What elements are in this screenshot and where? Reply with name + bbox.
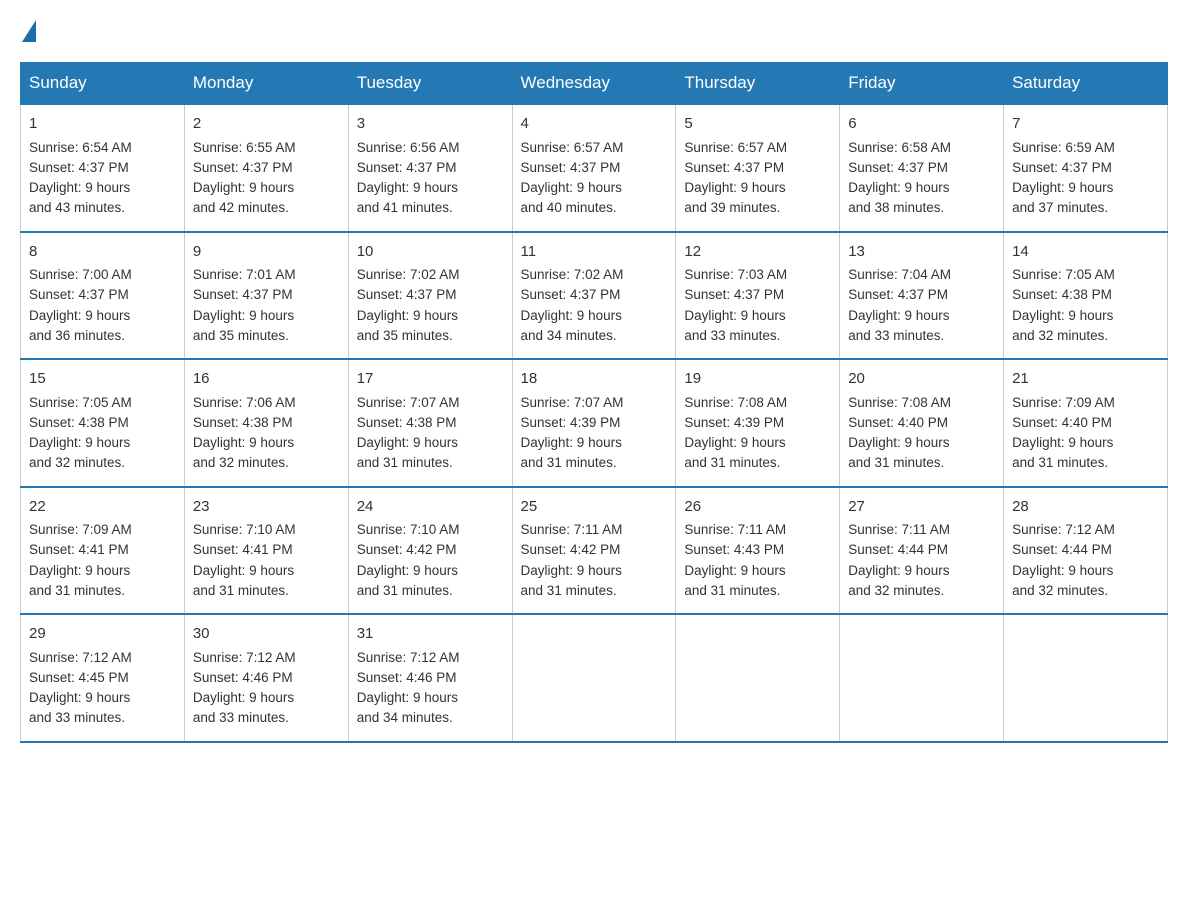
calendar-cell: 6Sunrise: 6:58 AMSunset: 4:37 PMDaylight… <box>840 104 1004 232</box>
day-number: 14 <box>1012 241 1159 264</box>
day-number: 19 <box>684 368 831 391</box>
day-number: 11 <box>521 241 668 264</box>
calendar-header-saturday: Saturday <box>1004 63 1168 105</box>
calendar-cell <box>1004 614 1168 742</box>
calendar-cell: 26Sunrise: 7:11 AMSunset: 4:43 PMDayligh… <box>676 487 840 615</box>
calendar-cell: 27Sunrise: 7:11 AMSunset: 4:44 PMDayligh… <box>840 487 1004 615</box>
calendar-header-friday: Friday <box>840 63 1004 105</box>
calendar-week-row: 8Sunrise: 7:00 AMSunset: 4:37 PMDaylight… <box>21 232 1168 360</box>
calendar-cell: 3Sunrise: 6:56 AMSunset: 4:37 PMDaylight… <box>348 104 512 232</box>
day-number: 3 <box>357 113 504 136</box>
calendar-header-monday: Monday <box>184 63 348 105</box>
calendar-cell: 17Sunrise: 7:07 AMSunset: 4:38 PMDayligh… <box>348 359 512 487</box>
calendar-cell: 28Sunrise: 7:12 AMSunset: 4:44 PMDayligh… <box>1004 487 1168 615</box>
day-number: 29 <box>29 623 176 646</box>
calendar-cell: 20Sunrise: 7:08 AMSunset: 4:40 PMDayligh… <box>840 359 1004 487</box>
calendar-header-tuesday: Tuesday <box>348 63 512 105</box>
day-number: 12 <box>684 241 831 264</box>
calendar-cell: 29Sunrise: 7:12 AMSunset: 4:45 PMDayligh… <box>21 614 185 742</box>
calendar-cell: 30Sunrise: 7:12 AMSunset: 4:46 PMDayligh… <box>184 614 348 742</box>
day-number: 17 <box>357 368 504 391</box>
day-number: 7 <box>1012 113 1159 136</box>
calendar-cell: 11Sunrise: 7:02 AMSunset: 4:37 PMDayligh… <box>512 232 676 360</box>
day-number: 13 <box>848 241 995 264</box>
day-number: 23 <box>193 496 340 519</box>
day-number: 18 <box>521 368 668 391</box>
day-number: 2 <box>193 113 340 136</box>
calendar-week-row: 22Sunrise: 7:09 AMSunset: 4:41 PMDayligh… <box>21 487 1168 615</box>
day-number: 9 <box>193 241 340 264</box>
calendar-cell: 31Sunrise: 7:12 AMSunset: 4:46 PMDayligh… <box>348 614 512 742</box>
calendar-cell: 4Sunrise: 6:57 AMSunset: 4:37 PMDaylight… <box>512 104 676 232</box>
calendar-cell: 18Sunrise: 7:07 AMSunset: 4:39 PMDayligh… <box>512 359 676 487</box>
calendar-cell: 16Sunrise: 7:06 AMSunset: 4:38 PMDayligh… <box>184 359 348 487</box>
logo <box>20 20 38 42</box>
day-number: 1 <box>29 113 176 136</box>
calendar-cell: 21Sunrise: 7:09 AMSunset: 4:40 PMDayligh… <box>1004 359 1168 487</box>
day-number: 28 <box>1012 496 1159 519</box>
day-number: 24 <box>357 496 504 519</box>
calendar-cell: 13Sunrise: 7:04 AMSunset: 4:37 PMDayligh… <box>840 232 1004 360</box>
day-number: 27 <box>848 496 995 519</box>
day-number: 25 <box>521 496 668 519</box>
calendar-cell: 14Sunrise: 7:05 AMSunset: 4:38 PMDayligh… <box>1004 232 1168 360</box>
logo-triangle-icon <box>22 20 36 42</box>
day-number: 16 <box>193 368 340 391</box>
calendar-cell: 19Sunrise: 7:08 AMSunset: 4:39 PMDayligh… <box>676 359 840 487</box>
day-number: 31 <box>357 623 504 646</box>
day-number: 5 <box>684 113 831 136</box>
calendar-cell: 1Sunrise: 6:54 AMSunset: 4:37 PMDaylight… <box>21 104 185 232</box>
calendar-cell: 15Sunrise: 7:05 AMSunset: 4:38 PMDayligh… <box>21 359 185 487</box>
calendar-cell: 8Sunrise: 7:00 AMSunset: 4:37 PMDaylight… <box>21 232 185 360</box>
calendar-header-sunday: Sunday <box>21 63 185 105</box>
day-number: 8 <box>29 241 176 264</box>
calendar-cell: 9Sunrise: 7:01 AMSunset: 4:37 PMDaylight… <box>184 232 348 360</box>
calendar-cell: 10Sunrise: 7:02 AMSunset: 4:37 PMDayligh… <box>348 232 512 360</box>
calendar-cell <box>840 614 1004 742</box>
calendar-cell: 2Sunrise: 6:55 AMSunset: 4:37 PMDaylight… <box>184 104 348 232</box>
day-number: 22 <box>29 496 176 519</box>
calendar-cell: 23Sunrise: 7:10 AMSunset: 4:41 PMDayligh… <box>184 487 348 615</box>
day-number: 30 <box>193 623 340 646</box>
calendar-week-row: 15Sunrise: 7:05 AMSunset: 4:38 PMDayligh… <box>21 359 1168 487</box>
calendar-cell: 12Sunrise: 7:03 AMSunset: 4:37 PMDayligh… <box>676 232 840 360</box>
calendar-table: SundayMondayTuesdayWednesdayThursdayFrid… <box>20 62 1168 743</box>
calendar-cell <box>512 614 676 742</box>
calendar-cell: 24Sunrise: 7:10 AMSunset: 4:42 PMDayligh… <box>348 487 512 615</box>
calendar-cell: 25Sunrise: 7:11 AMSunset: 4:42 PMDayligh… <box>512 487 676 615</box>
day-number: 21 <box>1012 368 1159 391</box>
calendar-week-row: 1Sunrise: 6:54 AMSunset: 4:37 PMDaylight… <box>21 104 1168 232</box>
calendar-week-row: 29Sunrise: 7:12 AMSunset: 4:45 PMDayligh… <box>21 614 1168 742</box>
calendar-header-row: SundayMondayTuesdayWednesdayThursdayFrid… <box>21 63 1168 105</box>
day-number: 26 <box>684 496 831 519</box>
day-number: 15 <box>29 368 176 391</box>
calendar-header-wednesday: Wednesday <box>512 63 676 105</box>
calendar-cell: 22Sunrise: 7:09 AMSunset: 4:41 PMDayligh… <box>21 487 185 615</box>
page-header <box>20 20 1168 42</box>
calendar-cell: 5Sunrise: 6:57 AMSunset: 4:37 PMDaylight… <box>676 104 840 232</box>
day-number: 10 <box>357 241 504 264</box>
day-number: 6 <box>848 113 995 136</box>
calendar-header-thursday: Thursday <box>676 63 840 105</box>
day-number: 4 <box>521 113 668 136</box>
calendar-cell <box>676 614 840 742</box>
day-number: 20 <box>848 368 995 391</box>
calendar-cell: 7Sunrise: 6:59 AMSunset: 4:37 PMDaylight… <box>1004 104 1168 232</box>
